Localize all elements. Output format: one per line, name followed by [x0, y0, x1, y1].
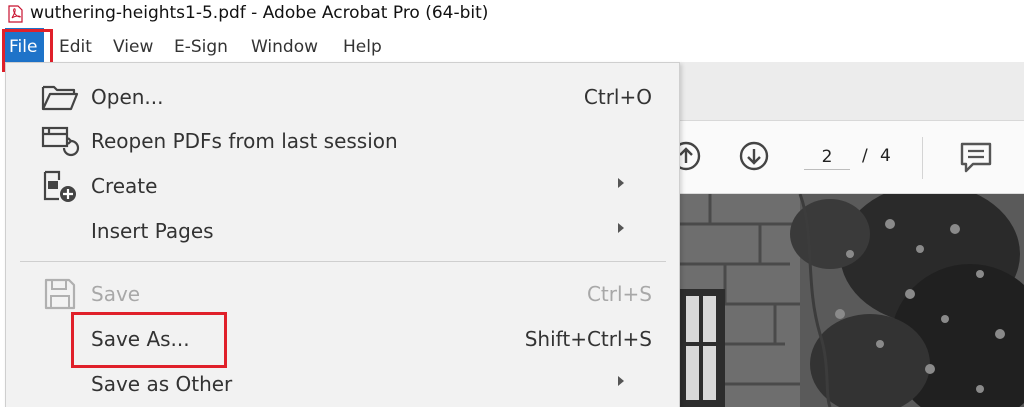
create-pdf-icon: [43, 170, 76, 202]
menu-insert-pages[interactable]: Insert Pages: [6, 209, 679, 253]
tab-bar: [678, 62, 1024, 121]
menu-save-shortcut: Ctrl+S: [586, 282, 652, 306]
acrobat-pdf-icon: [8, 5, 23, 23]
folder-open-icon: [41, 85, 79, 111]
menu-open-shortcut: Ctrl+O: [583, 85, 652, 109]
menu-esign[interactable]: E-Sign: [174, 36, 228, 58]
save-as-highlight-box: [71, 312, 227, 368]
menu-open-label: Open...: [91, 85, 164, 109]
menu-bar: File Edit View E-Sign Window Help: [0, 28, 1024, 62]
next-page-icon[interactable]: [738, 140, 770, 172]
comment-icon[interactable]: [958, 140, 994, 174]
menu-help[interactable]: Help: [343, 36, 382, 58]
menu-save-label: Save: [91, 282, 141, 306]
menu-window[interactable]: Window: [251, 36, 318, 58]
submenu-arrow-icon: [618, 376, 624, 386]
floppy-disk-icon: [44, 278, 76, 310]
reopen-session-icon: [41, 126, 80, 157]
total-pages: 4: [880, 146, 891, 166]
window-title: wuthering-heights1-5.pdf - Adobe Acrobat…: [30, 3, 489, 23]
current-page-input[interactable]: 2: [804, 147, 850, 170]
submenu-arrow-icon: [618, 178, 624, 188]
menu-reopen-label: Reopen PDFs from last session: [91, 129, 398, 153]
document-page-image: [680, 194, 1024, 407]
page-separator: /: [862, 146, 868, 166]
menu-separator: [20, 261, 666, 262]
menu-reopen-pdfs[interactable]: Reopen PDFs from last session: [6, 119, 679, 163]
menu-edit[interactable]: Edit: [59, 36, 92, 58]
menu-create-label: Create: [91, 174, 158, 198]
menu-open[interactable]: Open... Ctrl+O: [6, 75, 679, 119]
menu-view[interactable]: View: [113, 36, 153, 58]
menu-save[interactable]: Save Ctrl+S: [6, 272, 679, 316]
toolbar-divider: [922, 137, 923, 179]
menu-save-as-other-label: Save as Other: [91, 372, 233, 396]
title-bar: wuthering-heights1-5.pdf - Adobe Acrobat…: [0, 0, 1024, 28]
menu-insert-pages-label: Insert Pages: [91, 219, 214, 243]
menu-save-as-shortcut: Shift+Ctrl+S: [524, 327, 652, 351]
menu-save-as-other[interactable]: Save as Other: [6, 362, 679, 406]
submenu-arrow-icon: [618, 223, 624, 233]
menu-create[interactable]: Create: [6, 164, 679, 208]
